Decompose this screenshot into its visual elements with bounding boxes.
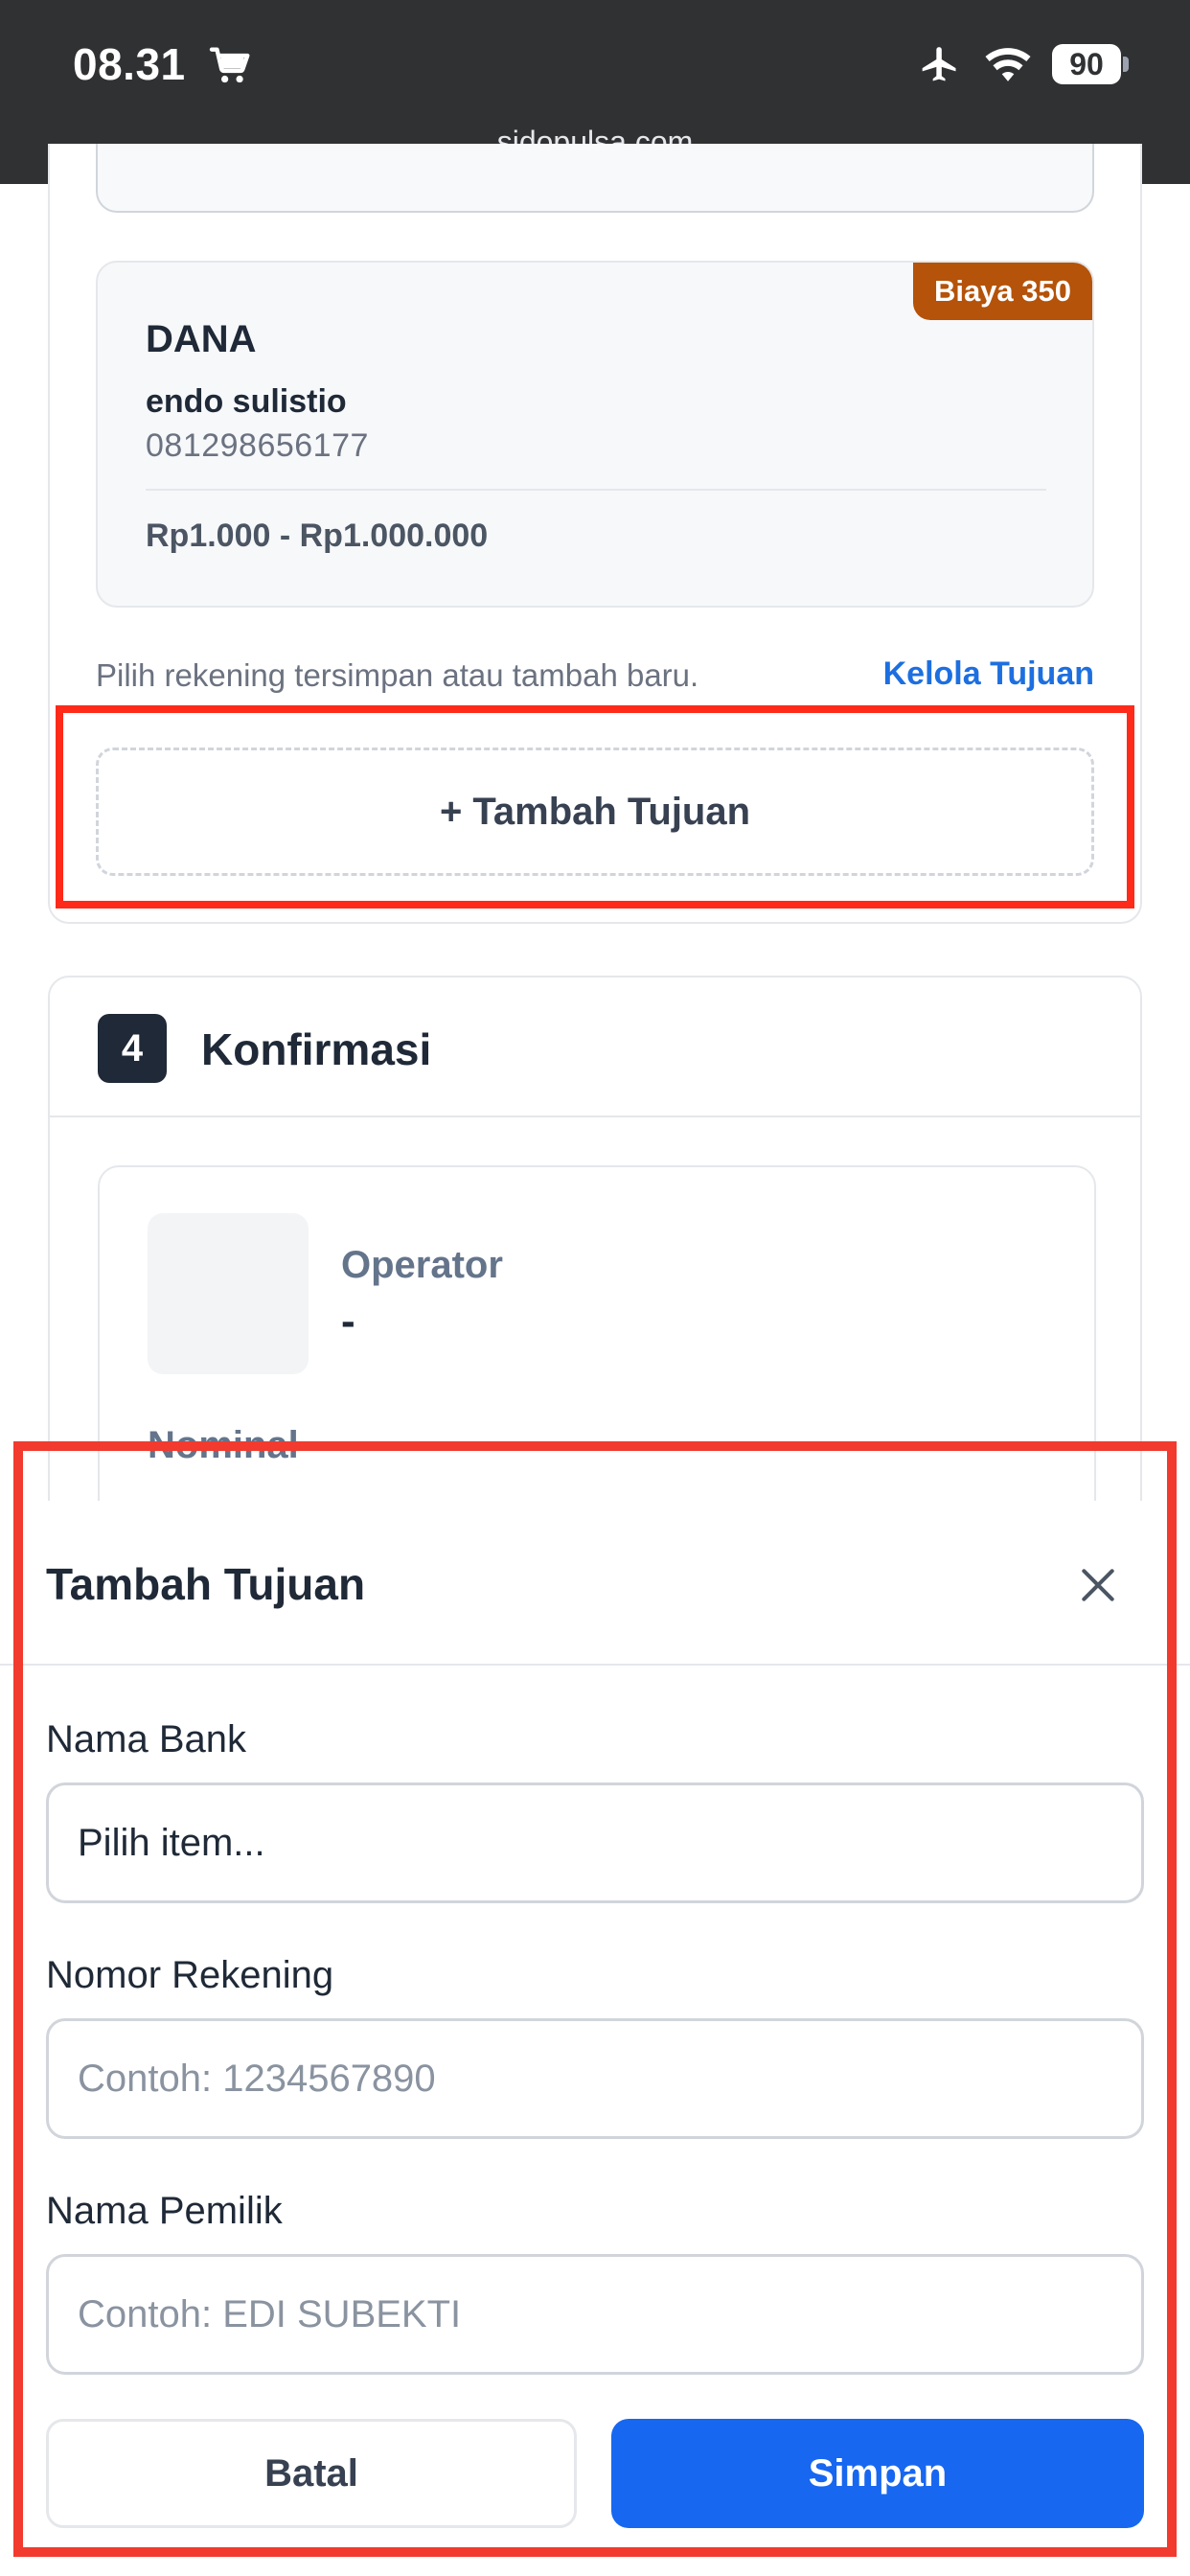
- previous-card-remnant: [96, 144, 1094, 213]
- provider-name: DANA: [146, 318, 257, 360]
- account-number: 081298656177: [146, 427, 369, 464]
- cart-icon: [209, 47, 250, 83]
- section-divider: [50, 1116, 1140, 1117]
- manage-destinations-link[interactable]: Kelola Tujuan: [883, 656, 1094, 693]
- nominal-range: Rp1.000 - Rp1.000.000: [146, 518, 489, 554]
- operator-value: -: [341, 1298, 355, 1345]
- holder-name: endo sulistio: [146, 383, 347, 420]
- status-time: 08.31: [73, 39, 186, 89]
- saved-destination-card[interactable]: Biaya 350 DANA endo sulistio 08129865617…: [96, 261, 1094, 608]
- battery-level: 90: [1069, 47, 1104, 81]
- confirmation-title: Konfirmasi: [201, 1024, 432, 1074]
- destination-hint: Pilih rekening tersimpan atau tambah bar…: [96, 657, 699, 693]
- step-number-badge: 4: [98, 1014, 167, 1083]
- add-destination-button[interactable]: + Tambah Tujuan: [96, 748, 1094, 876]
- airplane-icon: [922, 47, 956, 81]
- operator-label: Operator: [341, 1244, 503, 1286]
- wifi-icon: [985, 48, 1031, 81]
- modal-highlight-frame: [13, 1441, 1177, 2557]
- operator-logo-placeholder: [148, 1213, 309, 1374]
- battery-icon: 90: [1052, 44, 1129, 84]
- fee-badge: Biaya 350: [912, 263, 1092, 320]
- card-divider: [146, 489, 1046, 491]
